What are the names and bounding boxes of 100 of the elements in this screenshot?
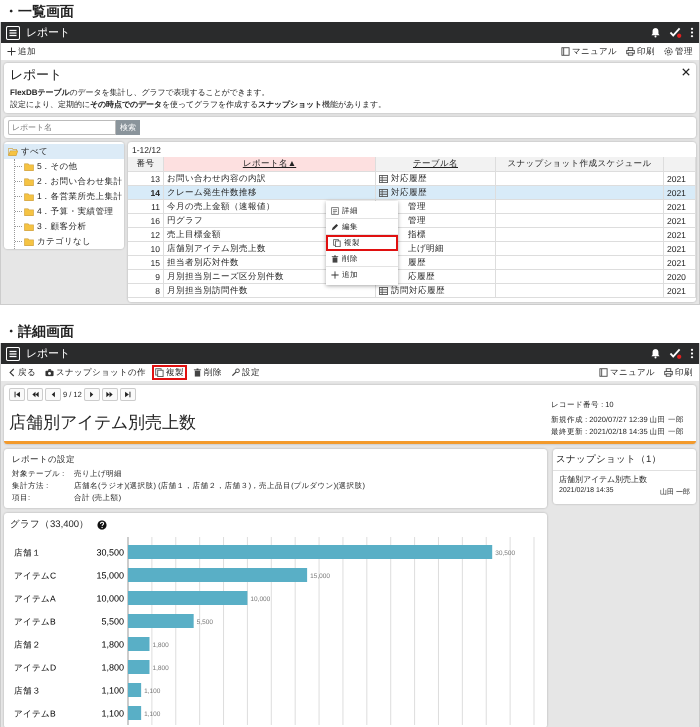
menu-icon <box>6 26 20 40</box>
print-button[interactable]: 印刷 <box>623 44 658 59</box>
pager-button[interactable] <box>102 388 118 401</box>
delete-button[interactable]: 削除 <box>190 365 225 380</box>
add-button[interactable]: 追加 <box>4 44 39 59</box>
close-button[interactable] <box>682 68 690 76</box>
close-icon <box>682 68 690 76</box>
table-cell: 2021 <box>664 200 696 213</box>
manual-button[interactable]: マニュアル <box>596 365 658 380</box>
column-header[interactable]: スナップショット作成スケジュール <box>496 157 664 171</box>
app-title: レポート <box>26 26 71 40</box>
table-icon <box>379 174 388 182</box>
printer-icon <box>626 47 635 56</box>
manage-button[interactable]: 管理 <box>661 44 696 59</box>
bell-icon <box>650 27 661 38</box>
chevron-left-icon <box>7 368 16 377</box>
record-count: 1-12/12 <box>131 144 162 157</box>
plus-icon <box>7 47 16 56</box>
table-cell: 2020 <box>664 270 696 283</box>
table-cell: 対応履歴 <box>376 172 496 185</box>
bell-icon <box>650 348 661 359</box>
tree-item[interactable]: カテゴリなし <box>15 234 124 249</box>
table-cell: 11 <box>128 200 164 213</box>
wrench-icon <box>231 368 240 377</box>
book-icon <box>561 47 570 56</box>
column-header[interactable]: レポート名▲ <box>164 157 376 171</box>
double-right-icon <box>106 391 114 398</box>
table-icon <box>379 286 388 294</box>
tree-item[interactable]: 3．顧客分析 <box>15 219 124 234</box>
triangle-left-icon <box>50 391 56 398</box>
skip-last-icon <box>124 391 132 398</box>
more-icon <box>690 348 694 359</box>
check-icon <box>669 27 682 38</box>
tree-item[interactable]: 2．お問い合わせ集計 <box>15 174 124 189</box>
table-cell: 10 <box>128 242 164 255</box>
table-cell: 2021 <box>664 186 696 199</box>
row-total: 1,100 <box>101 686 124 696</box>
pager-button[interactable] <box>120 388 136 401</box>
category-label: 店舗１ <box>14 548 41 558</box>
app-title: レポート <box>26 347 71 361</box>
triangle-right-icon <box>88 391 96 398</box>
tree-item[interactable]: 4．予算・実績管理 <box>15 204 124 219</box>
open-folder-icon <box>8 147 18 156</box>
trash-icon <box>193 368 202 377</box>
row-total: 1,800 <box>101 640 124 650</box>
table-cell: 2021 <box>664 256 696 269</box>
copy-icon <box>333 239 341 247</box>
tree-item[interactable]: 1．各営業所売上集計 <box>15 189 124 204</box>
info-text: FlexDBテーブルのデータを集計し、グラフで表現することができます。 <box>10 87 271 99</box>
help-icon <box>97 520 108 530</box>
menu-icon <box>6 346 20 360</box>
category-label: アイテムC <box>14 570 56 580</box>
row-total: 1,100 <box>101 708 124 718</box>
bar <box>128 637 150 651</box>
table-cell: 16 <box>128 214 164 227</box>
table-cell: お問い合わせ内容の内訳 <box>164 172 376 185</box>
plus-icon <box>331 271 339 279</box>
settings-button[interactable]: 設定 <box>228 365 263 380</box>
bar <box>128 683 142 697</box>
category-label: アイテムD <box>14 662 56 672</box>
category-label: 店舗２ <box>14 640 41 650</box>
table-cell: 9 <box>128 270 164 283</box>
record-title: 店舗別アイテム別売上数 <box>9 412 196 434</box>
skip-first-icon <box>14 391 20 398</box>
table-cell: 12 <box>128 228 164 241</box>
copy-icon <box>155 368 164 377</box>
table-cell: クレーム発生件数推移 <box>164 186 376 199</box>
category-label: アイテムB <box>14 708 56 718</box>
table-cell: 2021 <box>664 172 696 185</box>
category-label: アイテムA <box>14 594 56 604</box>
settings-title: レポートの設定 <box>12 454 76 466</box>
pager-button[interactable] <box>84 388 100 401</box>
gear-icon <box>664 47 673 56</box>
print-button[interactable]: 印刷 <box>661 365 696 380</box>
trash-icon <box>331 254 339 262</box>
back-button[interactable]: 戻る <box>4 365 39 380</box>
pager-button[interactable] <box>9 388 25 401</box>
pager-button[interactable] <box>45 388 61 401</box>
table-cell: 13 <box>128 172 164 185</box>
manual-button[interactable]: マニュアル <box>558 44 620 59</box>
document-icon <box>331 206 339 214</box>
table-icon <box>379 188 388 196</box>
table-cell: 2021 <box>664 228 696 241</box>
search-field[interactable]: レポート名 <box>8 120 116 135</box>
copy-button[interactable]: 複製 <box>152 365 187 380</box>
pencil-icon <box>331 222 339 230</box>
snapshot-title: スナップショット（1） <box>553 449 696 471</box>
camera-icon <box>45 368 54 377</box>
row-total: 15,000 <box>96 570 124 580</box>
double-left-icon <box>32 391 38 398</box>
snapshot-button[interactable]: スナップショットの作 <box>42 365 149 380</box>
printer-icon <box>664 368 673 377</box>
info-title: レポート <box>10 66 62 84</box>
table-cell: 8 <box>128 284 164 297</box>
tree-item[interactable]: すべて <box>4 144 124 159</box>
pager-button[interactable] <box>27 388 43 401</box>
column-header[interactable]: テーブル名 <box>376 157 496 171</box>
more-icon <box>690 27 694 38</box>
tree-item[interactable]: 5．その他 <box>15 159 124 174</box>
category-label: 店舗３ <box>14 686 41 696</box>
